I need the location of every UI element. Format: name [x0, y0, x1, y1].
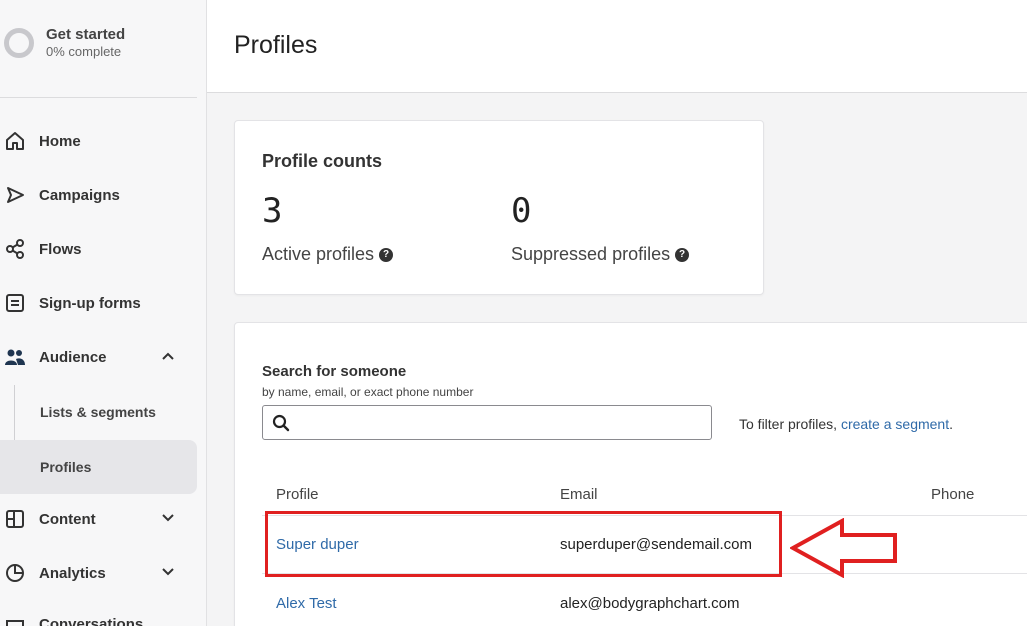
- sidebar-item-label: Audience: [39, 348, 107, 366]
- search-box[interactable]: [262, 405, 712, 440]
- sidebar-item-label: Sign-up forms: [39, 294, 141, 312]
- analytics-icon: [3, 561, 27, 585]
- sidebar-item-conversations[interactable]: Conversations: [0, 598, 197, 626]
- sidebar-subitem-label: Profiles: [40, 459, 92, 475]
- flows-icon: [3, 237, 27, 261]
- users-icon: [3, 345, 27, 369]
- suppressed-profiles-label: Suppressed profiles ?: [511, 244, 690, 265]
- column-header-phone[interactable]: Phone: [931, 486, 974, 503]
- active-profiles-text: Active profiles: [262, 244, 375, 264]
- sidebar-item-flows[interactable]: Flows: [0, 222, 197, 276]
- create-segment-link[interactable]: create a segment: [841, 416, 949, 432]
- filter-hint: To filter profiles, create a segment.: [739, 416, 953, 432]
- help-icon[interactable]: ?: [379, 247, 394, 262]
- sidebar-item-audience[interactable]: Audience: [0, 330, 197, 384]
- chevron-down-icon[interactable]: [161, 565, 175, 584]
- sidebar: Get started 0% complete Home Campaigns F…: [0, 0, 207, 626]
- progress-ring-icon: [4, 28, 34, 58]
- sidebar-subitem-lists-segments[interactable]: Lists & segments: [0, 385, 197, 439]
- profile-email: alex@bodygraphchart.com: [560, 595, 740, 612]
- sidebar-item-campaigns[interactable]: Campaigns: [0, 168, 197, 222]
- sidebar-item-home[interactable]: Home: [0, 114, 197, 168]
- search-icon: [272, 414, 290, 437]
- sidebar-item-signup-forms[interactable]: Sign-up forms: [0, 276, 197, 330]
- help-icon[interactable]: ?: [675, 247, 690, 262]
- sidebar-item-analytics[interactable]: Analytics: [0, 546, 197, 600]
- page-header: Profiles: [207, 0, 1027, 93]
- active-profiles-label: Active profiles ?: [262, 244, 394, 265]
- sidebar-item-label: Content: [39, 510, 96, 528]
- sidebar-divider: [0, 97, 197, 98]
- chat-icon: [3, 616, 27, 626]
- profile-name-link[interactable]: Alex Test: [276, 595, 337, 612]
- page-title: Profiles: [234, 31, 318, 59]
- get-started-title: Get started: [46, 26, 126, 43]
- suppressed-profiles-count: 0: [511, 191, 532, 231]
- sidebar-item-content[interactable]: Content: [0, 492, 197, 546]
- suppressed-profiles-text: Suppressed profiles: [511, 244, 671, 264]
- search-input[interactable]: [297, 406, 707, 439]
- sidebar-item-label: Analytics: [39, 564, 106, 582]
- filter-hint-prefix: To filter profiles,: [739, 416, 838, 432]
- sidebar-item-label: Flows: [39, 240, 82, 258]
- profile-counts-title: Profile counts: [262, 151, 383, 171]
- column-header-email[interactable]: Email: [560, 486, 598, 503]
- home-icon: [3, 129, 27, 153]
- sidebar-subitem-profiles[interactable]: Profiles: [0, 440, 197, 494]
- search-title: Search for someone: [262, 363, 407, 380]
- get-started-widget[interactable]: Get started 0% complete: [4, 26, 125, 60]
- form-icon: [3, 291, 27, 315]
- send-icon: [3, 183, 27, 207]
- search-subtitle: by name, email, or exact phone number: [262, 385, 474, 399]
- profile-search-card: Search for someone by name, email, or ex…: [234, 322, 1027, 626]
- filter-hint-suffix: .: [949, 416, 953, 432]
- active-profiles-count: 3: [262, 191, 283, 231]
- content-icon: [3, 507, 27, 531]
- sidebar-item-label: Campaigns: [39, 186, 120, 204]
- chevron-down-icon[interactable]: [161, 511, 175, 530]
- sidebar-subitem-label: Lists & segments: [40, 404, 156, 420]
- profile-counts-card: Profile counts 3 Active profiles ? 0 Sup…: [234, 120, 764, 295]
- highlight-box: [265, 511, 782, 577]
- column-header-profile[interactable]: Profile: [276, 486, 319, 503]
- get-started-progress: 0% complete: [46, 44, 122, 59]
- sidebar-item-label: Conversations: [39, 616, 144, 626]
- arrow-left-icon: [790, 518, 897, 578]
- chevron-up-icon[interactable]: [161, 349, 175, 368]
- sidebar-item-label: Home: [39, 132, 81, 150]
